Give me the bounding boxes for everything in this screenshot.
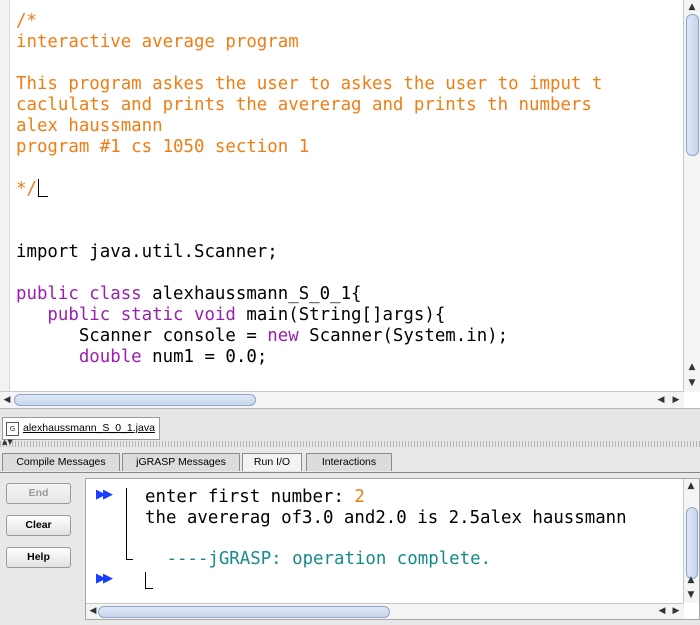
- code-keyword: public static void: [47, 305, 236, 325]
- code-text: alexhaussmann_S_0_1{: [141, 284, 362, 304]
- scroll-up-icon[interactable]: ▲: [684, 573, 698, 587]
- code-line[interactable]: caclulats and prints the avererag and pr…: [16, 95, 682, 116]
- run-io-console[interactable]: ▶▶ enter first number: 2 the avererag of…: [85, 478, 700, 620]
- code-comment: alex haussmann: [16, 116, 163, 136]
- code-line[interactable]: This program askes the user to askes the…: [16, 74, 682, 95]
- code-text: main(String[]args){: [235, 305, 446, 325]
- console-vertical-scrollbar[interactable]: ▲ ▲ ▼: [683, 479, 699, 603]
- code-comment: caclulats and prints the avererag and pr…: [16, 95, 592, 115]
- scroll-left-icon[interactable]: ◀: [0, 393, 14, 407]
- code-comment: interactive average program: [16, 32, 299, 52]
- console-vertical-scroll-thumb[interactable]: [686, 507, 698, 579]
- editor-vertical-scroll-thumb[interactable]: [686, 14, 699, 156]
- code-text: Scanner(System.in);: [298, 326, 509, 346]
- editor-horizontal-scroll-thumb[interactable]: [14, 394, 256, 406]
- io-text-cursor-foot: [145, 588, 153, 589]
- text-cursor: [37, 179, 39, 197]
- run-io-button-panel: End Clear Help: [0, 473, 80, 625]
- code-comment: /*: [16, 11, 37, 31]
- code-line[interactable]: [16, 53, 682, 74]
- scroll-down-icon[interactable]: ▼: [685, 376, 699, 390]
- io-bracket: [126, 488, 127, 560]
- scroll-left-icon[interactable]: ◀: [654, 393, 668, 407]
- code-line[interactable]: Scanner console = new Scanner(System.in)…: [16, 326, 682, 347]
- tab-interactions[interactable]: Interactions: [306, 453, 392, 471]
- code-editor[interactable]: /* interactive average program This progra…: [0, 0, 700, 409]
- code-line[interactable]: interactive average program: [16, 32, 682, 53]
- console-horizontal-scroll-thumb[interactable]: [98, 606, 390, 618]
- code-keyword: double: [78, 347, 142, 367]
- code-line[interactable]: program #1 cs 1050 section 1: [16, 137, 682, 158]
- code-line[interactable]: [16, 200, 682, 221]
- help-button[interactable]: Help: [6, 547, 71, 568]
- clear-button[interactable]: Clear: [6, 515, 71, 536]
- code-text: num1 = 0.0;: [141, 347, 268, 367]
- scroll-right-icon[interactable]: ▶: [669, 393, 683, 407]
- editor-vertical-scrollbar[interactable]: ▲ ▲ ▼: [683, 0, 700, 392]
- split-pane-divider[interactable]: ▲▼: [0, 438, 700, 447]
- code-line[interactable]: [16, 221, 682, 242]
- code-comment: This program askes the user to askes the…: [16, 74, 603, 94]
- collapse-arrows-icon[interactable]: ▲▼: [2, 438, 13, 446]
- code-line[interactable]: public static void main(String[]args){: [16, 305, 682, 326]
- code-text: import java.util.Scanner;: [16, 242, 278, 262]
- code-line[interactable]: alex haussmann: [16, 116, 682, 137]
- io-text-cursor: [145, 572, 146, 589]
- code-comment: program #1 cs 1050 section 1: [16, 137, 310, 157]
- scroll-up-icon[interactable]: ▲: [685, 360, 699, 374]
- file-tab-bar: G alexhaussmann_S_0_1.java: [0, 409, 700, 445]
- message-tab-bar: Compile Messages jGRASP Messages Run I/O…: [0, 452, 700, 473]
- end-button[interactable]: End: [6, 483, 71, 504]
- code-keyword: new: [267, 326, 299, 346]
- code-line[interactable]: public class alexhaussmann_S_0_1{: [16, 284, 682, 305]
- file-tab[interactable]: G alexhaussmann_S_0_1.java: [2, 417, 160, 440]
- scroll-up-icon[interactable]: ▲: [684, 479, 698, 493]
- io-input-prompt-icon: ▶▶: [96, 571, 113, 586]
- code-line[interactable]: */: [16, 179, 682, 200]
- code-line[interactable]: import java.util.Scanner;: [16, 242, 682, 263]
- source-code-area[interactable]: /* interactive average program This progra…: [16, 11, 682, 391]
- io-prompt-text: enter first number:: [145, 487, 355, 507]
- code-keyword: public class: [16, 284, 142, 304]
- scroll-right-icon[interactable]: ▶: [669, 604, 683, 618]
- editor-gutter: [0, 0, 10, 392]
- code-line[interactable]: /*: [16, 11, 682, 32]
- scroll-up-icon[interactable]: ▲: [685, 0, 699, 14]
- io-bracket-foot: [126, 559, 133, 560]
- code-line[interactable]: [16, 263, 682, 284]
- io-user-input: 2: [354, 487, 365, 507]
- console-horizontal-scrollbar[interactable]: ◀ ◀ ▶: [86, 603, 684, 619]
- scroll-down-icon[interactable]: ▼: [684, 588, 698, 602]
- file-tab-label: alexhaussmann_S_0_1.java: [23, 422, 155, 434]
- scroll-left-icon[interactable]: ◀: [655, 604, 669, 618]
- java-file-icon: G: [6, 422, 19, 436]
- editor-horizontal-scrollbar[interactable]: ◀ ◀ ▶: [0, 391, 684, 408]
- tab-compile-messages[interactable]: Compile Messages: [2, 453, 120, 471]
- code-comment: */: [16, 179, 37, 199]
- io-prompt-icon: ▶▶: [96, 487, 113, 502]
- code-line[interactable]: [16, 158, 682, 179]
- text-cursor-foot: [38, 196, 48, 197]
- operation-status: ----jGRASP: operation complete.: [156, 549, 492, 569]
- tab-jgrasp-messages[interactable]: jGRASP Messages: [122, 453, 240, 471]
- code-text: Scanner console =: [16, 326, 268, 346]
- tab-run-io[interactable]: Run I/O: [242, 453, 302, 471]
- io-output: enter first number: 2 the avererag of3.0…: [145, 487, 627, 529]
- io-result-text: the avererag of3.0 and2.0 is 2.5alex hau…: [145, 508, 627, 528]
- code-line[interactable]: double num1 = 0.0;: [16, 347, 682, 368]
